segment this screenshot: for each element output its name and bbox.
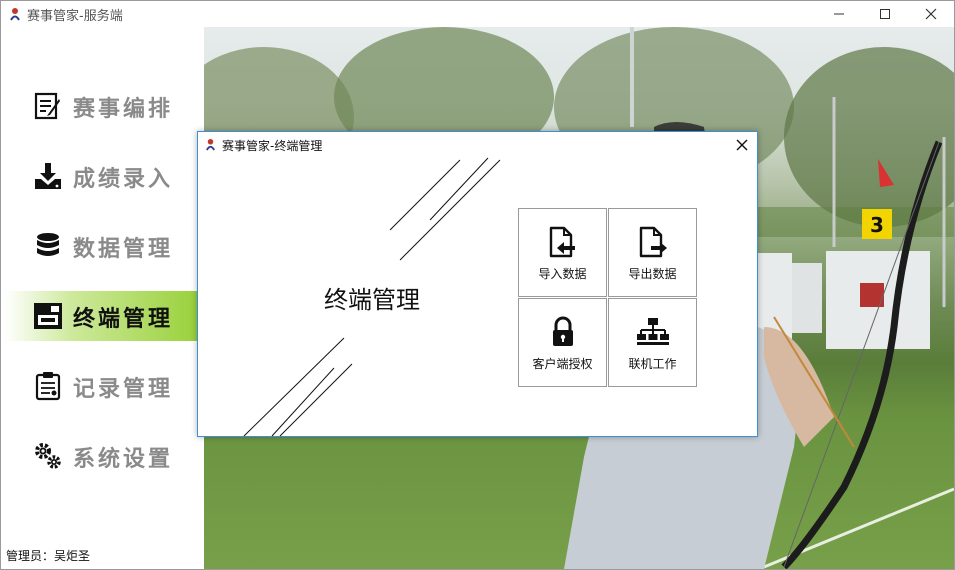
dialog-close-button[interactable] <box>733 136 751 154</box>
sidebar-item-label: 记录管理 <box>73 376 174 402</box>
terminal-dialog: 赛事管家-终端管理 终端管理 导入数据 导出数据 客户端授权 联机工作 <box>197 131 758 437</box>
sidebar: 赛事编排 成绩录入 数据管理 终端管理 记录管理 系统设置 管理员：吴炬圣 <box>1 27 204 569</box>
sidebar-item-label: 终端管理 <box>73 306 174 332</box>
sidebar-item-settings[interactable]: 系统设置 <box>5 431 197 481</box>
tile-label: 导出数据 <box>628 267 677 281</box>
minimize-icon <box>834 13 844 15</box>
close-button[interactable] <box>908 1 954 27</box>
terminal-icon <box>34 303 62 329</box>
main-window: 赛事管家-服务端 赛事编排 成绩录入 数据管理 终端管理 记录管理 系统设置 管… <box>0 0 955 570</box>
lock-icon <box>553 316 573 346</box>
sidebar-item-score-entry[interactable]: 成绩录入 <box>5 151 197 201</box>
sidebar-item-terminal[interactable]: 终端管理 <box>5 291 197 341</box>
sidebar-item-data[interactable]: 数据管理 <box>5 221 197 271</box>
client-authorization-button[interactable]: 客户端授权 <box>518 298 607 387</box>
database-icon <box>37 233 59 256</box>
import-data-button[interactable]: 导入数据 <box>518 208 607 297</box>
file-export-icon <box>639 226 667 258</box>
sidebar-item-label: 系统设置 <box>73 446 174 472</box>
file-import-icon <box>549 226 575 258</box>
minimize-button[interactable] <box>816 1 862 27</box>
sidebar-item-label: 数据管理 <box>73 236 174 262</box>
clipboard-icon <box>35 372 61 401</box>
tile-label: 客户端授权 <box>532 357 593 371</box>
close-icon <box>736 139 748 151</box>
online-work-button[interactable]: 联机工作 <box>608 298 697 387</box>
download-icon <box>35 163 61 189</box>
gears-icon <box>35 443 61 469</box>
sidebar-item-label: 赛事编排 <box>73 96 174 122</box>
admin-label: 管理员：吴炬圣 <box>6 549 91 563</box>
maximize-button[interactable] <box>862 1 908 27</box>
maximize-icon <box>880 9 890 19</box>
window-title: 赛事管家-服务端 <box>27 9 123 24</box>
schedule-icon <box>34 92 60 120</box>
sidebar-item-records[interactable]: 记录管理 <box>5 361 197 411</box>
sidebar-item-schedule[interactable]: 赛事编排 <box>5 81 197 131</box>
title-bar: 赛事管家-服务端 <box>1 1 954 27</box>
app-logo-icon <box>10 8 20 21</box>
tile-label: 联机工作 <box>628 357 677 371</box>
network-icon <box>637 318 669 345</box>
target-number: 3 <box>870 213 884 237</box>
close-icon <box>925 8 937 20</box>
export-data-button[interactable]: 导出数据 <box>608 208 697 297</box>
sidebar-item-label: 成绩录入 <box>73 166 174 192</box>
tile-label: 导入数据 <box>538 267 587 281</box>
dialog-heading: 终端管理 <box>324 286 420 314</box>
